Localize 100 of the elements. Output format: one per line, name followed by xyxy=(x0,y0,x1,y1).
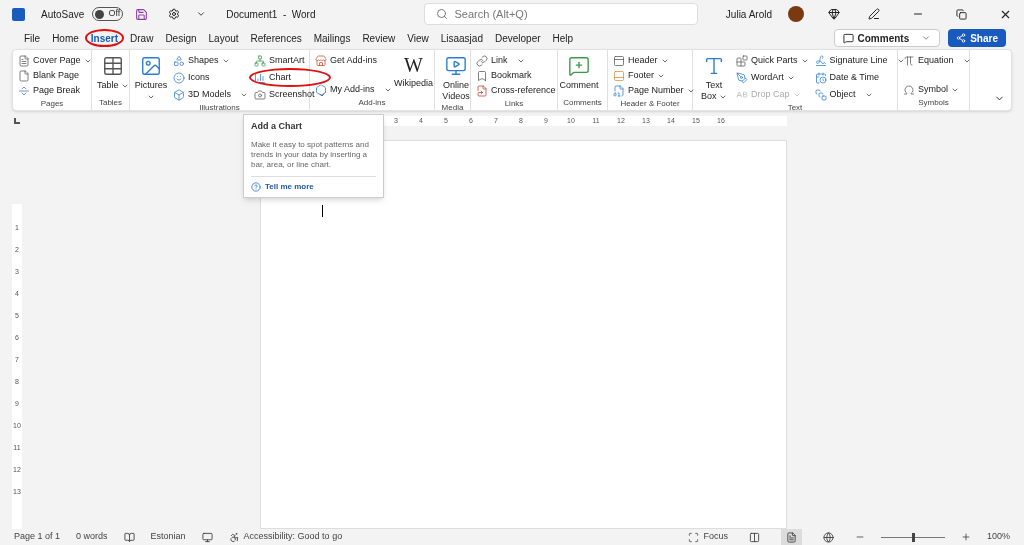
ribbon-button[interactable]: Cross-reference xyxy=(475,83,557,98)
focus-icon xyxy=(688,531,700,543)
diamond-icon[interactable] xyxy=(828,8,840,20)
ribbon-button[interactable]: Quick Parts xyxy=(735,53,810,68)
ribbon-button[interactable]: Icons xyxy=(172,70,250,85)
user-name: Julia Arold xyxy=(725,7,772,22)
blocks-icon xyxy=(736,54,748,67)
group-label: Header & Footer xyxy=(619,98,681,110)
ribbon-button[interactable]: Screenshot xyxy=(253,87,327,102)
ribbon-button[interactable]: Header xyxy=(612,53,696,68)
hierarchy-icon xyxy=(254,54,267,67)
ribbon-tab[interactable]: Lisaasjad xyxy=(434,28,489,48)
group-label: Illustrations xyxy=(198,102,241,114)
ribbon-button[interactable]: Text Box xyxy=(697,53,731,102)
ribbon-tab[interactable]: Developer xyxy=(488,28,547,48)
zoom-level[interactable]: 100% xyxy=(986,530,1010,544)
bookmark-icon xyxy=(476,69,488,82)
gear-icon[interactable] xyxy=(168,8,181,20)
group-label: Add-ins xyxy=(357,97,387,109)
window-title: Document1 - Word xyxy=(226,7,316,22)
store-icon xyxy=(315,54,327,67)
ribbon-button[interactable]: My Add-ins xyxy=(314,82,393,97)
restore-icon[interactable] xyxy=(956,8,967,20)
header-icon xyxy=(613,54,625,67)
link-icon xyxy=(476,54,488,67)
book-icon[interactable] xyxy=(123,531,135,543)
picture-icon xyxy=(140,55,162,77)
ribbon-tab[interactable]: Draw xyxy=(124,28,160,48)
tooltip-title: Add a Chart xyxy=(251,120,303,133)
focus-button[interactable]: Focus xyxy=(688,530,728,544)
help-icon xyxy=(251,181,261,192)
ribbon-button[interactable]: Link xyxy=(475,53,557,68)
zoom-in-icon[interactable] xyxy=(960,532,971,542)
ribbon-button[interactable]: Blank Page xyxy=(17,68,93,83)
ribbon-tab[interactable]: Layout xyxy=(202,28,245,48)
ribbon-tab[interactable]: Review xyxy=(356,28,402,48)
ribbon-button[interactable]: Date & Time xyxy=(813,70,906,85)
ribbon-button[interactable]: 3D Models xyxy=(172,87,250,102)
search-icon xyxy=(435,8,448,20)
hexagon-icon xyxy=(315,83,327,96)
group-label: Media xyxy=(440,102,465,114)
group-label: Links xyxy=(503,98,525,110)
comment-icon xyxy=(842,32,854,44)
avatar-icon[interactable] xyxy=(788,6,804,22)
ribbon-button[interactable]: Footer xyxy=(612,68,696,83)
camera-icon xyxy=(254,88,267,101)
ribbon-button[interactable]: Equation xyxy=(902,53,972,68)
save-icon[interactable] xyxy=(135,7,149,21)
ribbon-tab[interactable]: File xyxy=(18,28,47,48)
ribbon-button[interactable]: Page Number xyxy=(612,83,696,98)
language-label[interactable]: Estonian xyxy=(150,530,186,544)
tell-me-more-link[interactable]: Tell me more xyxy=(265,180,314,193)
omega-icon xyxy=(903,83,915,96)
ribbon-button[interactable]: Online Videos xyxy=(439,53,473,102)
search-field[interactable]: Search (Alt+Q) xyxy=(423,3,698,25)
ribbon-tab[interactable]: Mailings xyxy=(307,28,357,48)
ribbon-button[interactable]: Shapes xyxy=(172,53,250,68)
ribbon-tab[interactable]: References xyxy=(244,28,308,48)
ribbon-button[interactable]: Table xyxy=(96,53,130,91)
drop-cap-icon xyxy=(736,88,748,101)
share-button[interactable]: Share xyxy=(948,29,1006,47)
word-count[interactable]: 0 words xyxy=(76,530,108,544)
zoom-slider-thumb[interactable] xyxy=(911,532,915,542)
ribbon-button[interactable]: Page Break xyxy=(17,83,93,98)
signature-icon xyxy=(814,54,827,67)
ribbon-button[interactable]: Chart xyxy=(253,70,327,85)
view-icon xyxy=(822,531,834,543)
text-box-icon xyxy=(703,55,725,77)
view-mode-button[interactable] xyxy=(780,529,802,545)
monitor-icon[interactable] xyxy=(201,531,213,543)
ribbon-button[interactable]: WordArt xyxy=(735,70,810,85)
ribbon-tab[interactable]: Design xyxy=(159,28,203,48)
ribbon-button[interactable]: SmartArt xyxy=(253,53,327,68)
page-number-icon xyxy=(613,84,625,97)
comments-button[interactable]: Comments xyxy=(833,29,941,47)
group-label: Comments xyxy=(562,97,603,109)
accessibility-button[interactable]: Accessibility: Good to go xyxy=(228,530,343,544)
ribbon-button[interactable]: Bookmark xyxy=(475,68,557,83)
ribbon-tab[interactable]: Help xyxy=(546,28,580,48)
comment-plus-icon xyxy=(568,55,590,77)
pen-tool-icon xyxy=(736,71,748,84)
caret-icon[interactable] xyxy=(196,9,207,19)
ribbon-button[interactable]: Pictures xyxy=(134,53,168,102)
tab-selector-icon[interactable] xyxy=(14,118,20,124)
group-label: Symbols xyxy=(917,97,950,109)
ribbon-tab[interactable]: View xyxy=(401,28,435,48)
pen-icon[interactable] xyxy=(868,8,880,20)
ribbon-tab[interactable]: Insert xyxy=(84,28,125,48)
view-icon xyxy=(748,531,760,543)
page-count[interactable]: Page 1 of 1 xyxy=(14,530,61,544)
video-icon xyxy=(445,55,467,77)
autosave-label: AutoSave xyxy=(41,7,85,22)
cross-reference-icon xyxy=(476,84,488,97)
group-label: Tables xyxy=(97,97,124,109)
ribbon-button[interactable]: Signature Line xyxy=(813,53,906,68)
blank-page-icon xyxy=(18,69,30,82)
ribbon-button[interactable]: W Wikipedia xyxy=(396,53,431,89)
ribbon-button[interactable]: Cover Page xyxy=(17,53,93,68)
object-icon xyxy=(814,88,827,101)
ribbon-tab[interactable]: Home xyxy=(46,28,85,48)
